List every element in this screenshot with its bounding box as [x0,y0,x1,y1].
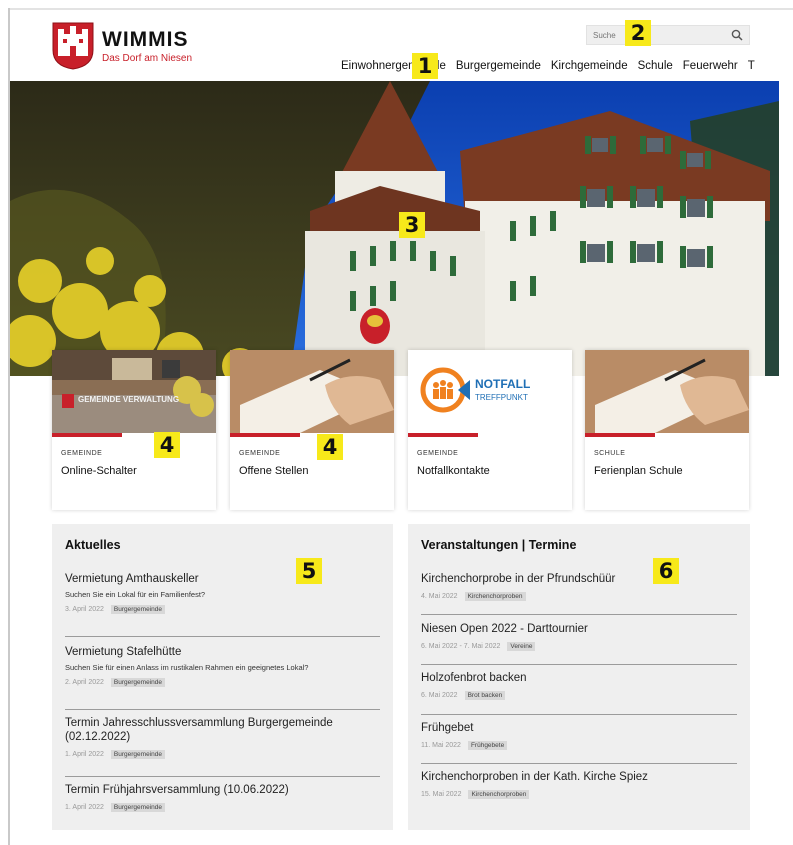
news-subtitle: Suchen Sie ein Lokal für ein Familienfes… [65,590,206,599]
event-title[interactable]: Niesen Open 2022 - Darttournier [421,622,588,636]
card-accent-bar [585,433,655,437]
news-heading: Aktuelles [65,538,121,552]
event-tag[interactable]: Frühgebete [467,741,508,750]
news-item[interactable]: Termin Jahresschlussversammlung Burgerge… [65,716,365,759]
annotation-marker-2: 2 [625,20,651,46]
card-image-notfall-logo: NOTFALL TREFFPUNKT [408,350,572,433]
search-icon[interactable] [731,29,743,41]
events-heading: Veranstaltungen | Termine [421,538,577,552]
annotation-marker-4a: 4 [154,432,180,458]
event-item[interactable]: Frühgebet 11. Mai 2022 Frühgebete [421,721,508,750]
card-title[interactable]: Offene Stellen [239,465,309,477]
event-date: 6. Mai 2022 - 7. Mai 2022 [421,643,501,650]
news-divider [65,776,380,777]
event-tag[interactable]: Brot backen [464,691,506,700]
svg-text:NOTFALL: NOTFALL [475,377,530,391]
news-tag[interactable]: Burgergemeinde [110,605,165,614]
event-item[interactable]: Kirchenchorproben in der Kath. Kirche Sp… [421,770,648,799]
nav-item-feuerwehr[interactable]: Feuerwehr [683,60,738,72]
events-panel: Veranstaltungen | Termine Kirchenchorpro… [408,524,750,830]
search-box[interactable] [586,25,750,45]
news-item[interactable]: Vermietung Stafelhütte Suchen Sie für ei… [65,645,308,687]
event-title[interactable]: Kirchenchorproben in der Kath. Kirche Sp… [421,770,648,784]
site-name: WIMMIS [102,27,189,51]
news-tag[interactable]: Burgergemeinde [110,678,165,687]
news-panel: Aktuelles Vermietung Amthauskeller Suche… [52,524,393,830]
news-subtitle: Suchen Sie für einen Anlass im rustikale… [65,663,309,672]
card-image-writing-hand [585,350,749,433]
card-category: GEMEINDE [239,450,281,457]
event-item[interactable]: Niesen Open 2022 - Darttournier 6. Mai 2… [421,622,588,651]
event-item[interactable]: Holzofenbrot backen 6. Mai 2022 Brot back… [421,671,526,700]
event-item[interactable]: Kirchenchorprobe in der Pfrundschüür 4. … [421,572,615,601]
search-input[interactable] [587,29,725,41]
news-date: 2. April 2022 [65,679,104,686]
card-image-writing-hand [230,350,394,433]
page-frame-top [8,8,793,10]
news-title[interactable]: Termin Frühjahrsversammlung (10.06.2022) [65,783,289,797]
card-image-gemeindeverwaltung: GEMEINDE VERWALTUNG [52,350,216,433]
events-divider [421,614,737,615]
events-divider [421,664,737,665]
event-tag[interactable]: Kirchenchorproben [468,790,530,799]
news-title[interactable]: Vermietung Amthauskeller [65,572,205,586]
card-notfallkontakte[interactable]: NOTFALL TREFFPUNKT GEMEINDE Notfallkonta… [408,350,572,510]
card-accent-bar [408,433,478,437]
coat-of-arms-icon [52,22,94,70]
news-item[interactable]: Termin Frühjahrsversammlung (10.06.2022)… [65,783,289,812]
annotation-marker-6: 6 [653,558,679,584]
news-title[interactable]: Termin Jahresschlussversammlung Burgerge… [65,716,365,744]
news-divider [65,636,380,637]
card-title[interactable]: Ferienplan Schule [594,465,683,477]
card-image-text: GEMEINDE VERWALTUNG [78,395,179,404]
news-date: 1. April 2022 [65,804,104,811]
news-tag[interactable]: Burgergemeinde [110,750,165,759]
svg-text:TREFFPUNKT: TREFFPUNKT [475,393,528,402]
card-title[interactable]: Online-Schalter [61,465,137,477]
event-date: 11. Mai 2022 [421,742,461,749]
nav-item-overflow[interactable]: T [748,60,755,72]
annotation-marker-4b: 4 [317,434,343,460]
event-date: 4. Mai 2022 [421,593,458,600]
event-date: 6. Mai 2022 [421,692,458,699]
news-date: 3. April 2022 [65,606,104,613]
events-divider [421,763,737,764]
hero-image [10,81,779,376]
castle-photo [10,81,779,376]
nav-item-burgergemeinde[interactable]: Burgergemeinde [456,60,541,72]
annotation-marker-1: 1 [412,53,438,79]
news-tag[interactable]: Burgergemeinde [110,803,165,812]
nav-item-kirchgemeinde[interactable]: Kirchgemeinde [551,60,628,72]
event-title[interactable]: Kirchenchorprobe in der Pfrundschüür [421,572,615,586]
news-divider [65,709,380,710]
news-date: 1. April 2022 [65,751,104,758]
news-title[interactable]: Vermietung Stafelhütte [65,645,308,659]
site-tagline: Das Dorf am Niesen [102,52,193,64]
event-tag[interactable]: Vereine [507,642,536,651]
news-item[interactable]: Vermietung Amthauskeller Suchen Sie ein … [65,572,205,614]
annotation-marker-5: 5 [296,558,322,584]
event-tag[interactable]: Kirchenchorproben [464,592,526,601]
card-category: GEMEINDE [417,450,459,457]
card-title[interactable]: Notfallkontakte [417,465,490,477]
events-divider [421,714,737,715]
card-category: GEMEINDE [61,450,103,457]
annotation-marker-3: 3 [399,212,425,238]
card-ferienplan-schule[interactable]: SCHULE Ferienplan Schule [585,350,749,510]
event-date: 15. Mai 2022 [421,791,462,798]
event-title[interactable]: Holzofenbrot backen [421,671,526,685]
event-title[interactable]: Frühgebet [421,721,507,735]
nav-item-schule[interactable]: Schule [638,60,673,72]
site-logo[interactable]: WIMMIS Das Dorf am Niesen [52,22,192,70]
card-accent-bar [52,433,122,437]
card-online-schalter[interactable]: GEMEINDE VERWALTUNG GEMEINDE Online-Scha… [52,350,216,510]
card-accent-bar [230,433,300,437]
main-navigation: Einwohnergemeinde Burgergemeinde Kirchge… [341,60,765,72]
card-category: SCHULE [594,450,626,457]
card-offene-stellen[interactable]: GEMEINDE Offene Stellen [230,350,394,510]
